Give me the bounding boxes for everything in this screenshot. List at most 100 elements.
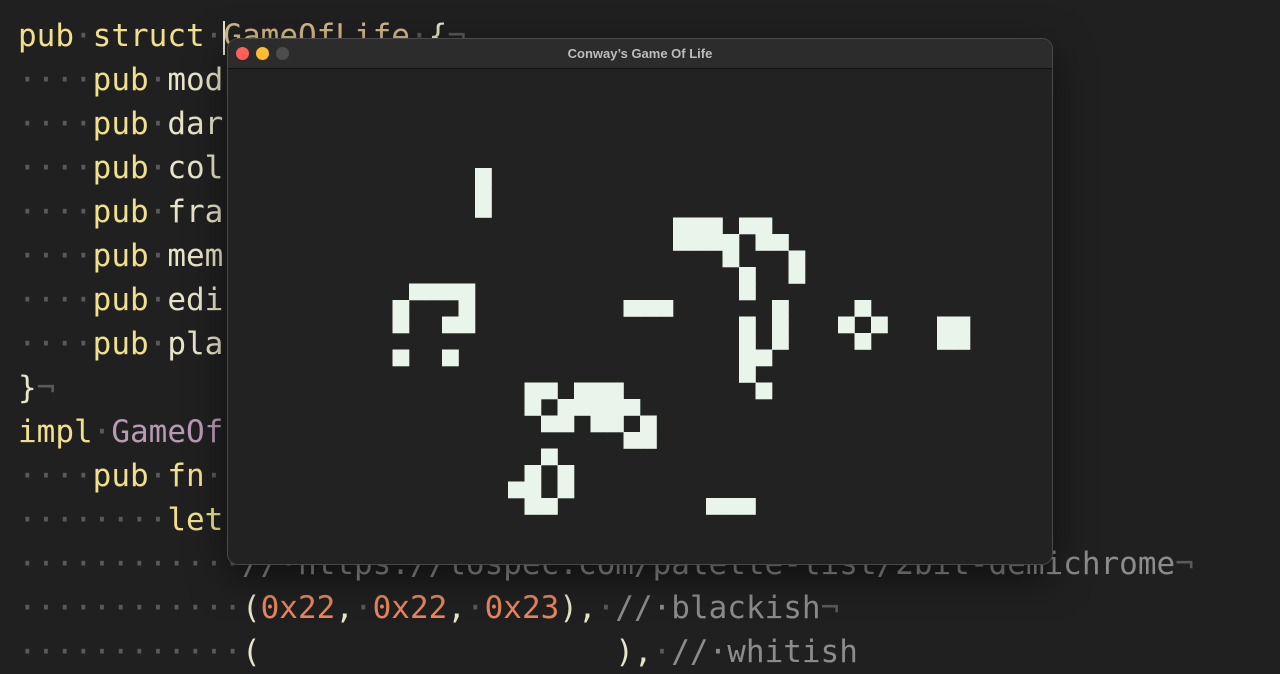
- live-cell: [739, 217, 756, 235]
- code-line: ····pub·mem: [18, 234, 223, 278]
- code-token: pub: [92, 62, 149, 98]
- code-token: ·: [465, 590, 485, 626]
- code-token: pub: [92, 238, 149, 274]
- code-token: ·: [148, 62, 168, 98]
- indent-whitespace: ····: [18, 106, 93, 142]
- live-cell: [854, 333, 872, 350]
- indent-whitespace: ····: [18, 458, 93, 494]
- indent-whitespace: ············: [18, 634, 242, 670]
- live-cell: [739, 366, 756, 383]
- indent-whitespace: ····: [18, 62, 93, 98]
- live-cell: [524, 481, 542, 499]
- indent-whitespace: ····: [18, 238, 93, 274]
- live-cell: [574, 382, 591, 400]
- live-cell: [772, 234, 789, 251]
- live-cell: [706, 234, 723, 251]
- live-cell: [739, 316, 756, 334]
- live-cell: [392, 300, 410, 317]
- live-cell: [541, 448, 558, 466]
- live-cell: [640, 300, 657, 317]
- live-cell: [574, 399, 591, 416]
- code-token: let: [167, 502, 224, 538]
- indent-whitespace: ····: [18, 194, 93, 230]
- live-cell: [739, 333, 756, 350]
- live-cell: [788, 250, 806, 268]
- live-cell: [524, 465, 542, 482]
- code-token: ,: [335, 590, 354, 626]
- game-canvas[interactable]: [228, 69, 1052, 564]
- live-cell: [475, 184, 492, 202]
- code-token: //·whitish: [671, 634, 858, 670]
- live-cell: [541, 415, 558, 433]
- live-cell: [607, 382, 624, 400]
- code-token: ·: [596, 590, 616, 626]
- indent-whitespace: ········: [18, 502, 168, 538]
- code-token: ·: [148, 282, 168, 318]
- live-cell: [755, 217, 773, 235]
- code-token: pub: [92, 194, 149, 230]
- live-cell: [458, 316, 476, 334]
- code-token: ·: [148, 194, 168, 230]
- live-cell: [590, 382, 608, 400]
- window-title: Conway’s Game Of Life: [567, 46, 713, 61]
- live-cell: [392, 316, 410, 334]
- code-token: ¬: [1175, 546, 1194, 582]
- code-token: dar: [167, 106, 224, 142]
- code-token: ·: [148, 238, 168, 274]
- code-token: pub: [92, 106, 149, 142]
- code-token: impl: [18, 414, 93, 450]
- live-cell: [739, 267, 756, 284]
- live-cell: [937, 333, 954, 350]
- code-line: }¬: [18, 366, 55, 410]
- live-cell: [475, 168, 492, 185]
- code-line: ····pub·fra: [18, 190, 223, 234]
- live-cell: [590, 399, 608, 416]
- code-token: ·: [92, 414, 112, 450]
- live-cell: [937, 316, 954, 334]
- live-cell: [722, 234, 740, 251]
- code-token: ·: [204, 18, 224, 54]
- live-cell: [458, 300, 476, 317]
- live-cell: [772, 300, 789, 317]
- code-token: 0x22: [372, 590, 448, 626]
- code-line: ····pub·fn·: [18, 454, 223, 498]
- game-of-life-window[interactable]: Conway’s Game Of Life: [228, 39, 1052, 564]
- code-token: edi: [167, 282, 224, 318]
- live-cell: [442, 316, 459, 334]
- live-cell: [953, 333, 971, 350]
- live-cell: [524, 399, 542, 416]
- live-cell: [508, 481, 525, 499]
- code-token: pla: [167, 326, 224, 362]
- live-cell: [739, 283, 756, 301]
- code-token: ·: [148, 106, 168, 142]
- live-cell: [673, 234, 690, 251]
- code-line: ····pub·pla: [18, 322, 223, 366]
- live-cell: [656, 300, 674, 317]
- code-token: pub: [92, 150, 149, 186]
- code-token: mod: [167, 62, 224, 98]
- live-cell: [623, 399, 641, 416]
- code-token: pub: [92, 282, 149, 318]
- live-cell: [590, 415, 608, 433]
- code-token: pub: [18, 18, 74, 54]
- code-token: ·: [204, 458, 224, 494]
- code-token: ·: [652, 634, 672, 670]
- live-cell: [475, 201, 492, 218]
- live-cell: [557, 465, 575, 482]
- live-cell: [425, 283, 443, 301]
- live-cell: [871, 316, 888, 334]
- live-cell: [739, 349, 756, 367]
- code-token: ,: [447, 590, 466, 626]
- live-cell: [409, 283, 426, 301]
- code-token: ·: [148, 326, 168, 362]
- live-cell: [607, 399, 624, 416]
- code-line: ····pub·col: [18, 146, 223, 190]
- live-cell: [838, 316, 855, 334]
- live-cell: [755, 234, 773, 251]
- code-token: col: [167, 150, 224, 186]
- live-cell: [772, 333, 789, 350]
- indent-whitespace: ····: [18, 326, 93, 362]
- live-cell: [673, 217, 690, 235]
- window-titlebar[interactable]: Conway’s Game Of Life: [228, 39, 1052, 69]
- live-cell: [623, 432, 641, 449]
